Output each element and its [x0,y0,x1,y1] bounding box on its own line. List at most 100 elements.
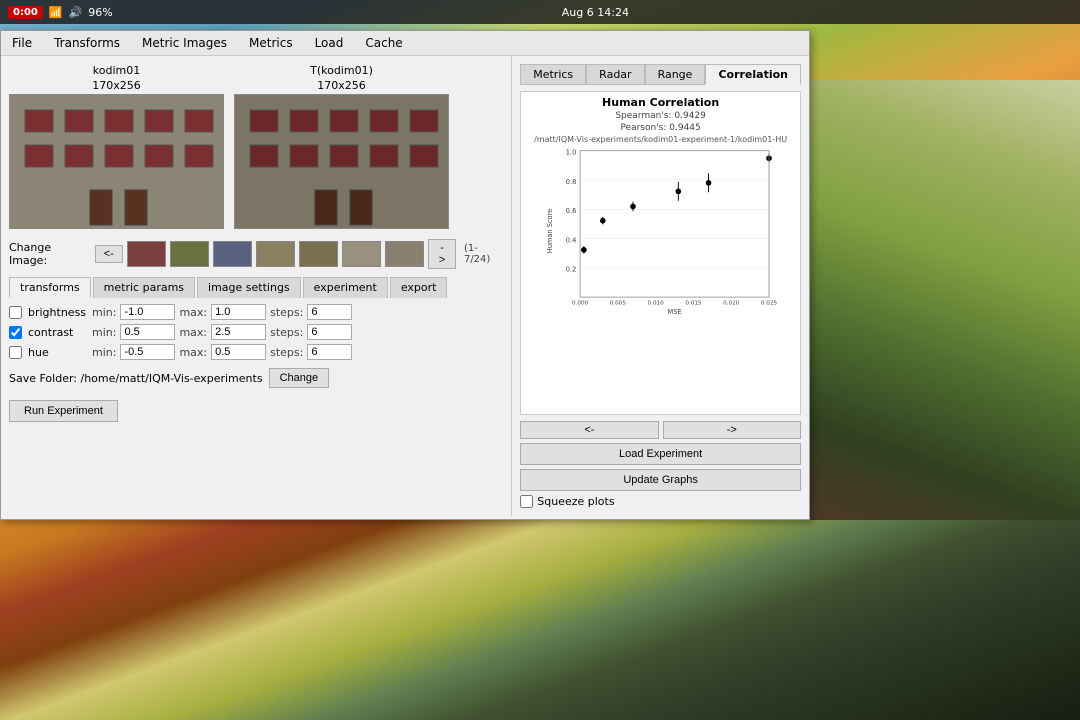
thumb-1[interactable] [127,241,166,267]
contrast-max-label: max: [179,326,207,339]
volume-icon: 🔊 [69,6,83,19]
thumb-4[interactable] [256,241,295,267]
svg-text:0.010: 0.010 [648,301,665,307]
chart-spearman: Spearman's: 0.9429 [525,111,796,121]
svg-text:Human Score: Human Score [546,209,554,253]
brightness-max-input[interactable] [211,304,266,320]
thumb-5[interactable] [299,241,338,267]
svg-text:0.025: 0.025 [761,301,778,307]
svg-text:0.8: 0.8 [566,178,577,186]
content-area: kodim01 170x256 [1,56,809,516]
brightness-min-input[interactable] [120,304,175,320]
chart-title: Human Correlation [525,96,796,109]
brightness-row: brightness min: max: steps: [9,304,503,320]
menu-metrics[interactable]: Metrics [246,35,296,51]
tab-image-settings[interactable]: image settings [197,277,301,298]
contrast-steps-input[interactable] [307,324,352,340]
hue-checkbox[interactable] [9,346,22,359]
brightness-checkbox[interactable] [9,306,22,319]
tab-experiment[interactable]: experiment [303,277,388,298]
menu-metric-images[interactable]: Metric Images [139,35,230,51]
right-tab-metrics[interactable]: Metrics [520,64,586,85]
contrast-min-input[interactable] [120,324,175,340]
contrast-steps-label: steps: [270,326,303,339]
image1-name: kodim01 [9,64,224,77]
menu-file[interactable]: File [9,35,35,51]
squeeze-plots-checkbox[interactable] [520,495,533,508]
svg-text:0.020: 0.020 [723,301,740,307]
save-folder-row: Save Folder: /home/matt/IQM-Vis-experime… [9,368,503,388]
right-tab-radar[interactable]: Radar [586,64,644,85]
tab-transforms[interactable]: transforms [9,277,91,298]
thumb-3[interactable] [213,241,252,267]
contrast-min-label: min: [92,326,116,339]
image1-display [9,94,224,229]
hue-steps-input[interactable] [307,344,352,360]
contrast-label: contrast [28,326,88,339]
images-row: kodim01 170x256 [9,64,503,229]
thumb-6[interactable] [342,241,381,267]
right-tab-range[interactable]: Range [645,64,706,85]
next-image-btn[interactable]: -> [428,239,456,269]
save-folder-label: Save Folder: /home/matt/IQM-Vis-experime… [9,372,263,385]
menu-load[interactable]: Load [312,35,347,51]
menu-cache[interactable]: Cache [362,35,405,51]
right-panel: Metrics Radar Range Correlation Human Co… [512,56,809,516]
image-range: (1-7/24) [464,243,503,265]
taskbar-clock: Aug 6 14:24 [119,6,1072,19]
tab-metric-params[interactable]: metric params [93,277,195,298]
hue-max-input[interactable] [211,344,266,360]
prev-image-btn[interactable]: <- [95,245,123,263]
image1-size: 170x256 [9,79,224,92]
image2-size: 170x256 [234,79,449,92]
thumb-2[interactable] [170,241,209,267]
chart-next-btn[interactable]: -> [663,421,801,439]
correlation-chart: 1.0 0.8 0.6 0.4 0.2 Human Score 0.000 0.… [525,146,796,316]
svg-text:0.000: 0.000 [572,301,589,307]
svg-text:0.6: 0.6 [566,207,577,215]
hue-min-input[interactable] [120,344,175,360]
svg-text:0.4: 0.4 [566,236,577,244]
change-image-label: Change Image: [9,241,91,267]
wifi-icon: 📶 [49,6,63,19]
hue-label: hue [28,346,88,359]
chart-filepath: /matt/IQM-Vis-experiments/kodim01-experi… [525,135,796,144]
contrast-checkbox[interactable] [9,326,22,339]
left-panel: kodim01 170x256 [1,56,512,516]
svg-text:0.015: 0.015 [686,301,703,307]
hue-row: hue min: max: steps: [9,344,503,360]
brightness-steps-label: steps: [270,306,303,319]
menu-transforms[interactable]: Transforms [51,35,123,51]
contrast-max-input[interactable] [211,324,266,340]
change-folder-btn[interactable]: Change [269,368,330,388]
chart-pearson: Pearson's: 0.9445 [525,123,796,133]
load-experiment-btn[interactable]: Load Experiment [520,443,801,465]
brightness-label: brightness [28,306,88,319]
chart-container: Human Correlation Spearman's: 0.9429 Pea… [520,91,801,415]
right-tab-correlation[interactable]: Correlation [705,64,801,85]
chart-prev-btn[interactable]: <- [520,421,658,439]
tab-export[interactable]: export [390,277,448,298]
run-experiment-btn[interactable]: Run Experiment [9,400,118,422]
left-tab-bar: transforms metric params image settings … [9,277,503,298]
image2-block: T(kodim01) 170x256 [234,64,449,229]
app-window: File Transforms Metric Images Metrics Lo… [0,30,810,520]
taskbar-left: 0:00 📶 🔊 96% [8,6,113,19]
image2-name: T(kodim01) [234,64,449,77]
taskbar: 0:00 📶 🔊 96% Aug 6 14:24 [0,0,1080,24]
svg-text:MSE: MSE [668,308,682,316]
svg-text:0.005: 0.005 [610,301,627,307]
svg-text:1.0: 1.0 [566,149,577,157]
bottom-controls: <- -> Load Experiment Update Graphs Sque… [520,421,801,508]
right-tab-bar: Metrics Radar Range Correlation [520,64,801,85]
brightness-steps-input[interactable] [307,304,352,320]
desktop-illustration [780,80,1080,520]
hue-max-label: max: [179,346,207,359]
squeeze-plots-label: Squeeze plots [537,495,614,508]
hue-steps-label: steps: [270,346,303,359]
brightness-max-label: max: [179,306,207,319]
image1-block: kodim01 170x256 [9,64,224,229]
battery-icon: 96% [88,6,112,19]
update-graphs-btn[interactable]: Update Graphs [520,469,801,491]
thumb-7[interactable] [385,241,424,267]
